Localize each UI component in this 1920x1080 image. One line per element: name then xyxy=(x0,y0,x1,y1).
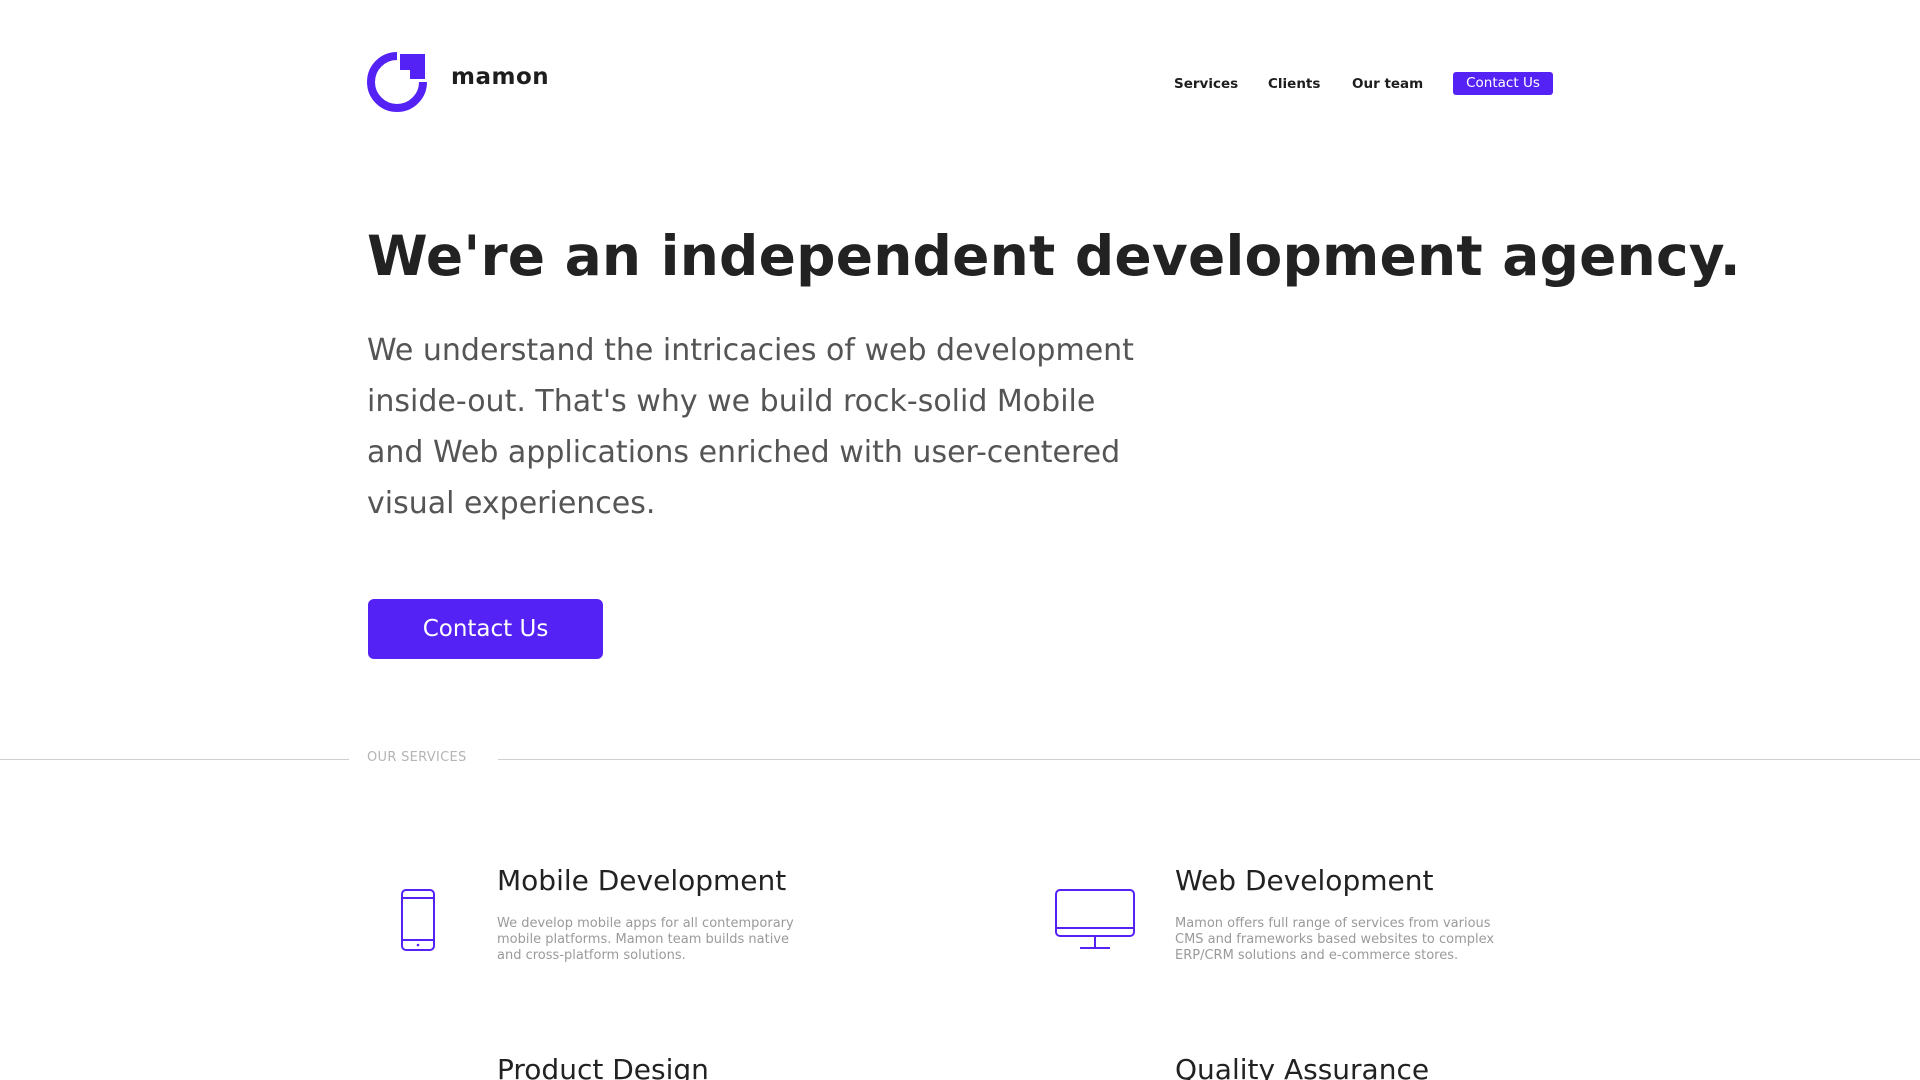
mobile-phone-icon xyxy=(401,889,435,951)
desktop-monitor-icon xyxy=(1055,889,1135,949)
mamon-logo-icon[interactable] xyxy=(367,52,427,112)
nav-link-clients[interactable]: Clients xyxy=(1268,75,1320,93)
service-description-mobile-development: We develop mobile apps for all contempor… xyxy=(497,916,794,963)
hero-description: We understand the intricacies of web dev… xyxy=(367,333,1134,521)
nav-contact-us-button[interactable]: Contact Us xyxy=(1453,72,1553,95)
hero-title: We're an independent development agency. xyxy=(367,224,1741,288)
section-label-our-services: OUR SERVICES xyxy=(367,750,467,765)
service-title-quality-assurance: Quality Assurance xyxy=(1175,1053,1430,1080)
service-title-web-development: Web Development xyxy=(1175,864,1434,897)
section-divider-left xyxy=(0,759,349,760)
brand-name[interactable]: mamon xyxy=(451,64,549,90)
nav-link-our-team[interactable]: Our team xyxy=(1352,75,1423,93)
service-description-web-development: Mamon offers full range of services from… xyxy=(1175,916,1495,963)
page: mamon Services Clients Our team Contact … xyxy=(0,0,1920,1080)
service-title-product-design: Product Design xyxy=(497,1053,709,1080)
nav-link-services[interactable]: Services xyxy=(1174,75,1238,93)
hero-contact-us-button[interactable]: Contact Us xyxy=(368,599,603,659)
service-title-mobile-development: Mobile Development xyxy=(497,864,787,897)
section-divider-right xyxy=(498,759,1920,760)
